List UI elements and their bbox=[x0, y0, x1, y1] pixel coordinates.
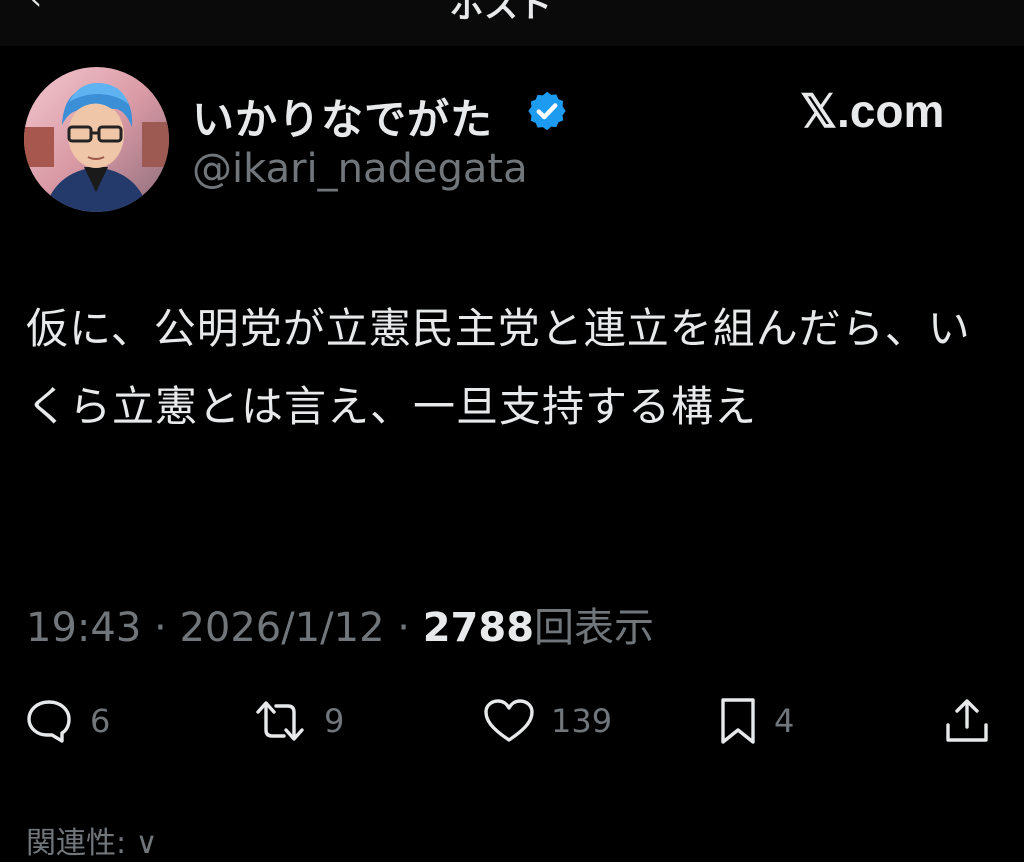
post-date[interactable]: 2026/1/12 bbox=[179, 605, 384, 651]
repost-count: 9 bbox=[324, 702, 345, 740]
meta-separator: · bbox=[141, 605, 180, 651]
like-count: 139 bbox=[551, 702, 613, 740]
top-nav-bar: ‹ ポスト bbox=[0, 0, 1024, 46]
verified-badge-icon bbox=[528, 91, 566, 131]
views-label: 回表示 bbox=[534, 605, 655, 651]
meta-separator: · bbox=[384, 605, 423, 651]
repost-button[interactable]: 9 bbox=[252, 697, 344, 745]
bookmark-button[interactable]: 4 bbox=[718, 697, 794, 745]
avatar-image bbox=[24, 67, 169, 212]
views-count: 2788 bbox=[422, 605, 535, 651]
post-meta: 19:43 · 2026/1/12 · 2788回表示 bbox=[26, 595, 654, 653]
bookmark-icon bbox=[721, 698, 755, 744]
author-display-name[interactable]: いかりなでがた bbox=[192, 86, 493, 147]
author-handle[interactable]: @ikari_nadegata bbox=[192, 146, 528, 192]
reply-count: 6 bbox=[90, 702, 111, 740]
share-button[interactable] bbox=[943, 697, 991, 745]
heart-icon bbox=[484, 699, 534, 742]
back-arrow-icon[interactable]: ‹ bbox=[30, 0, 42, 17]
share-icon bbox=[946, 699, 988, 742]
avatar[interactable] bbox=[24, 67, 169, 212]
bookmark-count: 4 bbox=[774, 702, 795, 740]
x-watermark: 𝕏.com bbox=[800, 85, 945, 137]
post-body-text: 仮に、公明党が立憲民主党と連立を組んだら、いくら立憲とは言え、一旦支持する構え bbox=[26, 304, 971, 431]
related-sort-toggle[interactable]: 関連性: ∨ bbox=[26, 818, 158, 862]
reply-button[interactable]: 6 bbox=[24, 697, 110, 745]
page-title: ポスト bbox=[450, 0, 552, 26]
reply-icon bbox=[27, 700, 71, 743]
post-time[interactable]: 19:43 bbox=[26, 605, 141, 651]
repost-icon bbox=[256, 701, 304, 741]
like-button[interactable]: 139 bbox=[483, 697, 612, 745]
